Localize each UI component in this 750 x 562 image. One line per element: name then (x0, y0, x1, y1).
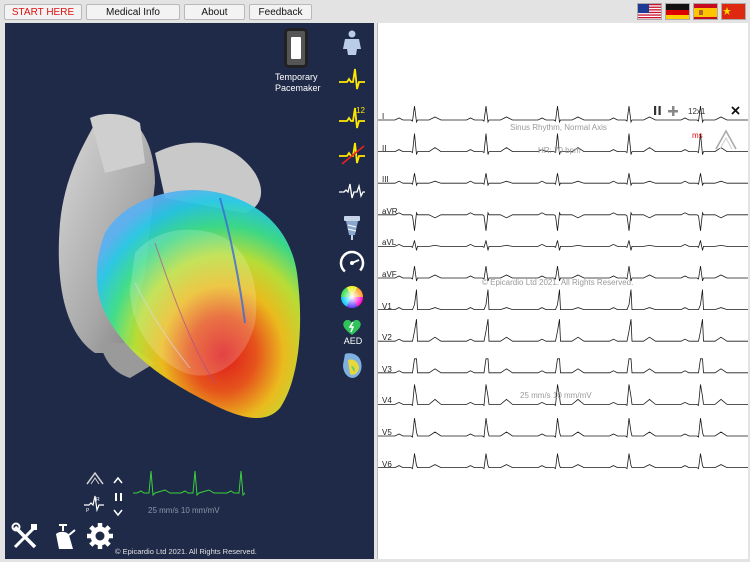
pacemaker-device-icon (284, 28, 308, 68)
lead-label-ii: II (382, 143, 387, 153)
svg-text:12: 12 (356, 106, 365, 115)
ecg-trace-v6 (378, 453, 748, 470)
lead-label-v4: V4 (382, 396, 392, 406)
feedback-button[interactable]: Feedback (249, 4, 312, 20)
ecg-trace-avr (378, 211, 748, 231)
lead-label-v2: V2 (382, 333, 392, 343)
heart-map-icon[interactable] (338, 351, 366, 379)
chevron-up-icon[interactable] (112, 472, 124, 490)
aed-label: AED (343, 336, 363, 346)
flag-es-icon[interactable] (693, 3, 718, 20)
ecg-single-lead-icon[interactable] (338, 65, 366, 93)
watermark-text: © Epicardio Ltd 2021. All Rights Reserve… (482, 278, 634, 287)
heart-rate-text: HR: 70 bpm (538, 146, 581, 155)
monitor-trace (133, 470, 245, 497)
ecg-speed-label: 25 mm/s 10 mm/mV (520, 391, 592, 400)
about-button[interactable]: About (184, 4, 245, 20)
monitor-speed-label: 25 mm/s 10 mm/mV (148, 506, 220, 515)
ecg-trace-v3 (378, 358, 748, 374)
gauge-icon[interactable] (338, 249, 366, 277)
ecg-trace-iii (378, 173, 748, 187)
ecg-lead-selector-icon[interactable]: RP (83, 493, 105, 518)
color-wheel-icon[interactable] (338, 283, 366, 311)
pacemaker-label: Temporary Pacemaker (275, 72, 321, 93)
ecg-trace-v2 (378, 319, 748, 342)
svg-text:P: P (86, 508, 90, 513)
lead-label-avl: aVL (382, 238, 397, 248)
copyright-text: © Epicardio Ltd 2021. All Rights Reserve… (115, 547, 257, 556)
syringe-icon[interactable] (51, 521, 79, 551)
body-figure-icon[interactable] (338, 29, 366, 57)
lead-label-iii: III (382, 175, 389, 185)
medical-info-button[interactable]: Medical Info (86, 4, 180, 20)
temporary-pacemaker-button[interactable]: Temporary Pacemaker (275, 28, 321, 94)
ms-label: ms (692, 131, 703, 140)
flag-cn-icon[interactable] (721, 3, 746, 20)
lead-label-v5: V5 (382, 428, 392, 437)
ecg-trace-canvas (378, 105, 748, 470)
close-icon[interactable] (731, 105, 741, 120)
heart-viewer-panel: Temporary Pacemaker 12 AED R P 25 mm/s 1… (5, 23, 374, 559)
lead-label-v1: V1 (382, 301, 392, 311)
lead-label-i: I (382, 112, 385, 121)
flag-de-icon[interactable] (665, 3, 690, 20)
lead-label-avf: aVF (382, 270, 397, 279)
ecg-pause-icon[interactable] (653, 105, 663, 120)
lead-switch-up-icon[interactable] (85, 470, 105, 491)
add-icon[interactable] (667, 105, 679, 120)
settings-gear-icon[interactable] (85, 521, 113, 551)
lead-label-v6: V6 (382, 459, 392, 469)
ecg-12-lead-panel: I II III aVR aVL aVF V1 V2 V3 V4 V5 V6 Sinus Rhythm… (377, 23, 748, 559)
lead-label-avr: aVR (382, 206, 398, 216)
ecg-rhythm-icon[interactable] (338, 177, 366, 205)
svg-text:R: R (96, 497, 100, 503)
app-window: START HERE Medical Info About Feedback T… (0, 0, 750, 562)
ecg-trace-v5 (378, 417, 748, 438)
ecg-12-lead-icon[interactable]: 12 (338, 103, 366, 131)
flag-us-icon[interactable] (637, 3, 662, 20)
rhythm-text: Sinus Rhythm, Normal Axis (510, 123, 607, 132)
ecg-trace-avl (378, 240, 748, 251)
pressure-icon[interactable] (338, 213, 366, 241)
ecg-arrhythmia-icon[interactable] (338, 139, 366, 167)
ecg-trace-v1 (378, 289, 748, 311)
start-here-button[interactable]: START HERE (4, 4, 82, 20)
lead-label-v3: V3 (382, 364, 392, 374)
layout-12x1-button[interactable]: 12x1 (688, 107, 705, 116)
tools-icon[interactable] (11, 521, 39, 551)
caliper-icon[interactable] (714, 129, 738, 156)
